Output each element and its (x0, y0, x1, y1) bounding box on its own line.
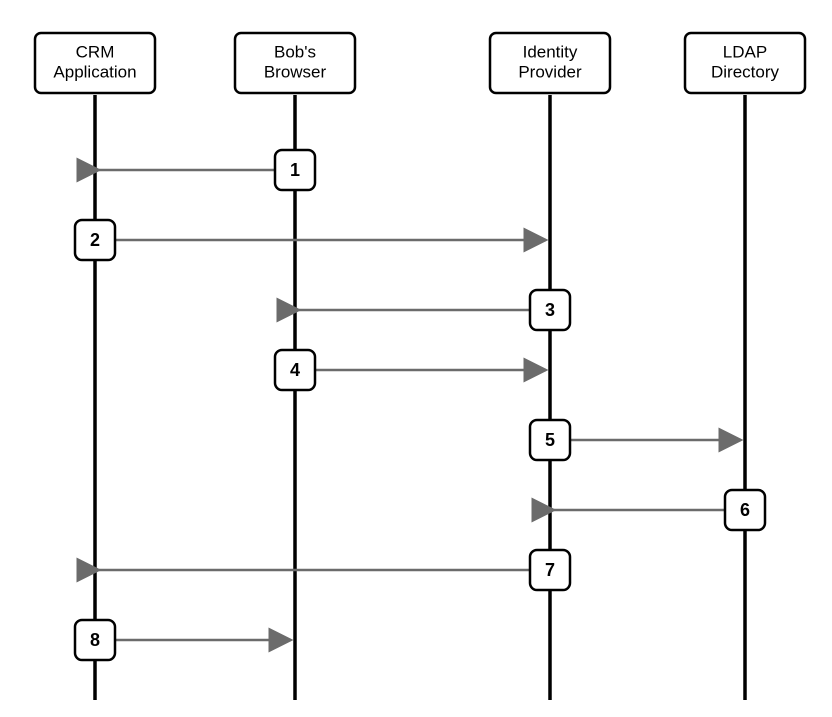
message-step-8: 8 (75, 620, 291, 660)
actor-label: LDAP (723, 42, 767, 61)
step-number: 8 (90, 630, 100, 650)
actor-idp: IdentityProvider (490, 33, 610, 93)
message-step-5: 5 (530, 420, 741, 460)
step-number: 5 (545, 430, 555, 450)
actor-label: Browser (264, 62, 327, 81)
message-step-6: 6 (554, 490, 765, 530)
actor-label: Bob's (274, 42, 316, 61)
message-step-2: 2 (75, 220, 546, 260)
message-step-7: 7 (99, 550, 570, 590)
actor-brw: Bob'sBrowser (235, 33, 355, 93)
message-step-1: 1 (99, 150, 315, 190)
actor-label: Identity (523, 42, 578, 61)
step-number: 4 (290, 360, 300, 380)
actor-label: Directory (711, 62, 780, 81)
step-number: 1 (290, 160, 300, 180)
sequence-diagram: CRMApplication Bob'sBrowser IdentityProvid… (0, 0, 832, 717)
actor-label: CRM (76, 42, 115, 61)
actor-label: Application (53, 62, 136, 81)
actor-label: Provider (518, 62, 582, 81)
step-number: 3 (545, 300, 555, 320)
actor-ldap: LDAPDirectory (685, 33, 805, 93)
message-step-4: 4 (275, 350, 546, 390)
step-number: 6 (740, 500, 750, 520)
step-number: 2 (90, 230, 100, 250)
message-step-3: 3 (299, 290, 570, 330)
step-number: 7 (545, 560, 555, 580)
actor-crm: CRMApplication (35, 33, 155, 93)
